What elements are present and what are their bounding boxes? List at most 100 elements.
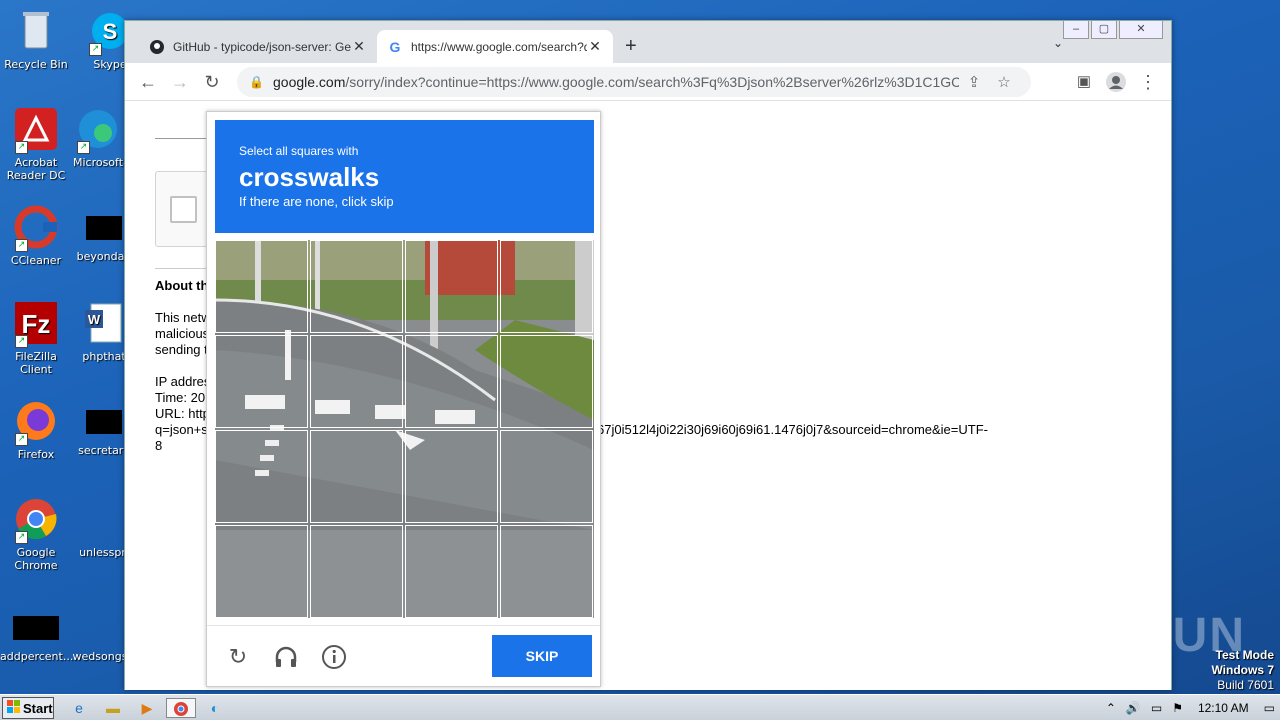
minimize-button[interactable]: –	[1063, 21, 1089, 39]
url-tail-text: 67j0i512l4j0i22i30j69i60j69i61.1476j0j7&…	[597, 422, 988, 437]
test-mode-line3: Build 7601	[1217, 678, 1274, 692]
test-mode-line1: Test Mode	[1215, 648, 1274, 662]
grid-tile-6[interactable]	[310, 335, 403, 428]
grid-tile-16[interactable]	[500, 525, 593, 618]
url-continuation: q=json+s	[155, 422, 208, 437]
start-button[interactable]: Start	[2, 697, 54, 719]
icon-label: addpercent...	[0, 650, 74, 663]
icon-label: FileZilla Client	[15, 350, 57, 376]
file-icon	[86, 216, 122, 240]
instruction-sub: If there are none, click skip	[239, 194, 394, 209]
tab-google-search[interactable]: G https://www.google.com/search?q= ✕	[377, 30, 613, 63]
new-tab-button[interactable]: +	[625, 35, 637, 58]
desktop-icon-recycle-bin[interactable]: Recycle Bin	[0, 8, 72, 71]
internet-explorer-icon[interactable]: e	[68, 698, 90, 718]
menu-kebab-icon[interactable]: ⋮	[1137, 71, 1159, 93]
grid-tile-12[interactable]	[500, 430, 593, 523]
challenge-footer: ↻ SKIP	[207, 625, 600, 687]
back-arrow-icon[interactable]: ←	[137, 71, 159, 93]
grid-tile-4[interactable]	[500, 240, 593, 333]
share-icon[interactable]: ⇪	[959, 73, 989, 91]
request-details: IP addres Time: 20 URL: http q=json+s 8	[155, 374, 210, 454]
reload-icon[interactable]: ↻	[201, 71, 223, 93]
edge-icon: ↗	[75, 106, 121, 154]
profile-avatar-icon[interactable]	[1105, 71, 1127, 93]
grid-tile-2[interactable]	[310, 240, 403, 333]
text-line: malicious	[155, 326, 210, 341]
system-tray: ⌃ 🔊 ▭ ⚑ 12:10 AM ▭	[1101, 695, 1280, 720]
desktop-icon-addpercent[interactable]: addpercent...	[0, 604, 74, 663]
recaptcha-checkbox[interactable]	[170, 196, 197, 223]
icon-label: Recycle Bin	[4, 58, 68, 71]
desktop-icon-ccleaner[interactable]: ↗ CCleaner	[0, 204, 72, 267]
chrome-taskbar-icon[interactable]	[166, 698, 196, 718]
grid-tile-11[interactable]	[405, 430, 498, 523]
maximize-button[interactable]: ▢	[1091, 21, 1117, 39]
grid-tile-5[interactable]	[215, 335, 308, 428]
grid-tile-9[interactable]	[215, 430, 308, 523]
ccleaner-icon: ↗	[13, 204, 59, 252]
grid-tile-14[interactable]	[310, 525, 403, 618]
file-explorer-icon[interactable]: ▬	[102, 698, 124, 718]
volume-icon[interactable]: 🔊	[1126, 701, 1141, 715]
show-desktop-icon[interactable]: ▭	[1264, 701, 1275, 715]
icon-label: Google Chrome	[14, 546, 58, 572]
image-grid	[215, 240, 594, 618]
github-icon	[149, 39, 165, 55]
grid-tile-1[interactable]	[215, 240, 308, 333]
show-hidden-icons-icon[interactable]: ⌃	[1106, 701, 1116, 715]
close-window-button[interactable]: ✕	[1119, 21, 1163, 39]
start-label: Start	[23, 700, 53, 716]
instruction-target: crosswalks	[239, 162, 380, 192]
chrome-icon: ↗	[13, 496, 59, 544]
acrobat-icon: ↗	[13, 106, 59, 154]
grid-tile-3[interactable]	[405, 240, 498, 333]
action-center-flag-icon[interactable]: ⚑	[1172, 701, 1183, 715]
media-player-icon[interactable]: ▶	[136, 698, 158, 718]
tab-title: GitHub - typicode/json-server: Get a	[173, 39, 351, 54]
tab-github[interactable]: GitHub - typicode/json-server: Get a ✕	[139, 30, 377, 63]
svg-text:W: W	[88, 312, 101, 327]
svg-text:S: S	[103, 19, 118, 44]
info-icon[interactable]	[321, 644, 347, 670]
tab-title: https://www.google.com/search?q=	[411, 39, 587, 54]
taskbar: Start e ▬ ▶ ◐ ⌃ 🔊 ▭ ⚑ 12:10 AM ▭	[0, 694, 1280, 720]
firefox-icon: ↗	[13, 398, 59, 446]
close-tab-icon[interactable]: ✕	[587, 38, 603, 55]
file-icon	[86, 410, 122, 434]
recycle-bin-icon	[13, 8, 59, 54]
icon-label: CCleaner	[10, 254, 62, 267]
audio-challenge-icon[interactable]	[273, 644, 299, 670]
url-path: /sorry/index?continue=https://www.google…	[345, 74, 959, 90]
side-panel-icon[interactable]: ▣	[1073, 71, 1095, 93]
grid-tile-10[interactable]	[310, 430, 403, 523]
url-host: google.com	[273, 74, 346, 90]
grid-tile-8[interactable]	[500, 335, 593, 428]
explanation-text: This netw malicious sending t	[155, 310, 211, 358]
lock-icon: 🔒	[249, 75, 264, 89]
network-icon[interactable]: ▭	[1151, 701, 1162, 715]
test-mode-line2: Windows 7	[1211, 663, 1274, 677]
test-mode-notice: Test Mode Windows 7 Build 7601	[1211, 648, 1274, 693]
tab-search-chevron-icon[interactable]: ⌄	[1053, 36, 1063, 50]
desktop-icon-chrome[interactable]: ↗ Google Chrome	[0, 496, 72, 572]
clock[interactable]: 12:10 AM	[1198, 701, 1249, 715]
desktop-icon-filezilla[interactable]: Fz ↗ FileZilla Client	[0, 300, 72, 376]
bookmark-star-icon[interactable]: ☆	[989, 73, 1019, 91]
desktop-icon-firefox[interactable]: ↗ Firefox	[0, 398, 72, 461]
edge-taskbar-icon[interactable]: ◐	[204, 698, 226, 718]
close-tab-icon[interactable]: ✕	[351, 38, 367, 55]
icon-label: Firefox	[17, 448, 55, 461]
ip-address-line: IP addres	[155, 374, 211, 389]
forward-arrow-icon[interactable]: →	[169, 71, 191, 93]
skip-button[interactable]: SKIP	[492, 635, 592, 677]
reload-challenge-icon[interactable]: ↻	[225, 644, 251, 670]
windows-logo-icon	[7, 699, 21, 717]
file-icon	[13, 616, 59, 640]
address-bar[interactable]: 🔒 google.com/sorry/index?continue=https:…	[237, 67, 1031, 97]
grid-tile-15[interactable]	[405, 525, 498, 618]
grid-tile-13[interactable]	[215, 525, 308, 618]
word-document-icon: W	[81, 300, 127, 346]
instruction-small: Select all squares with	[239, 144, 359, 158]
grid-tile-7[interactable]	[405, 335, 498, 428]
